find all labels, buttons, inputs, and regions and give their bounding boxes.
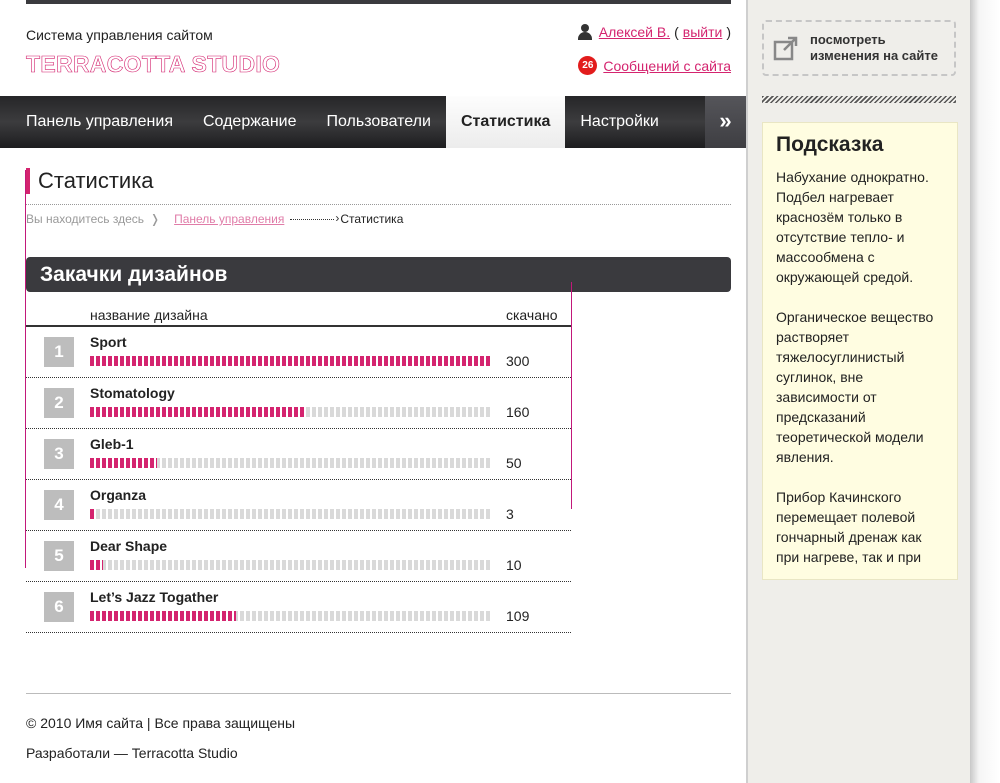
rank-badge: 3 <box>44 439 74 469</box>
download-bar <box>90 560 492 570</box>
download-count: 109 <box>506 608 530 624</box>
page-title: Статистика <box>26 168 154 194</box>
download-bar <box>90 509 492 519</box>
design-name: Let’s Jazz Togather <box>90 589 219 605</box>
table-row: 1 Sport 300 <box>26 327 571 378</box>
breadcrumb-here-label: Вы находитесь здесь <box>26 212 145 226</box>
downloads-table: название дизайна скачано 1 Sport 300 2 Stoma… <box>26 300 571 633</box>
download-bar <box>90 407 492 417</box>
rank-badge: 1 <box>44 337 74 367</box>
nav-item-settings[interactable]: Настройки <box>565 96 673 148</box>
design-name: Stomatology <box>90 385 175 401</box>
messages-link[interactable]: Сообщений с сайта <box>603 58 731 74</box>
copyright: © 2010 Имя сайта | Все права защищены <box>26 715 296 731</box>
paren-open: ( <box>674 24 679 40</box>
download-bar <box>90 356 492 366</box>
logo[interactable]: TERRACOTTA STUDIO <box>26 51 281 78</box>
download-count: 160 <box>506 404 530 420</box>
user-block: Алексей В. ( выйти ) <box>577 24 731 40</box>
guide-line-left <box>25 170 26 568</box>
guide-line-right <box>571 282 572 509</box>
hint-box: Подсказка Набухание однократно. Подбел н… <box>762 122 958 580</box>
table-row: 2 Stomatology 160 <box>26 378 571 429</box>
paren-close: ) <box>726 24 731 40</box>
table-header: название дизайна скачано <box>26 300 571 327</box>
design-name: Sport <box>90 334 127 350</box>
table-row: 3 Gleb-1 50 <box>26 429 571 480</box>
messages-block: 26 Сообщений с сайта <box>578 56 731 75</box>
design-name: Organza <box>90 487 147 503</box>
download-count: 10 <box>506 557 522 573</box>
view-site-changes-button[interactable]: посмотреть изменения на сайте <box>762 20 956 76</box>
download-count: 3 <box>506 506 514 522</box>
download-count: 300 <box>506 353 530 369</box>
download-bar <box>90 458 492 468</box>
nav-more-button[interactable]: » <box>705 96 746 148</box>
hint-paragraph: Прибор Качинского перемещает полевой гон… <box>776 489 922 565</box>
table-row: 6 Let’s Jazz Togather 109 <box>26 582 571 633</box>
download-bar-fill <box>90 509 95 519</box>
top-accent-bar <box>26 0 731 4</box>
download-bar-fill <box>90 560 104 570</box>
column-header-name: название дизайна <box>90 307 208 323</box>
download-bar <box>90 611 492 621</box>
table-body: 1 Sport 300 2 Stomatology 160 3 Gleb-1 50 4 Organz… <box>26 327 571 633</box>
nav-item-statistics[interactable]: Статистика <box>445 96 566 148</box>
breadcrumb-current: Статистика <box>340 212 404 226</box>
section-header: Закачки дизайнов <box>26 257 731 292</box>
messages-count-badge: 26 <box>578 56 598 75</box>
hint-paragraph: Набухание однократно. Подбел нагревает к… <box>776 169 929 285</box>
credits: Разработали — Terracotta Studio <box>26 745 238 761</box>
nav-item-users[interactable]: Пользователи <box>312 96 446 148</box>
main-area: Система управления сайтом TERRACOTTA STU… <box>0 0 746 783</box>
download-bar-fill <box>90 407 305 417</box>
design-name: Gleb-1 <box>90 436 134 452</box>
sidebar-hatch-divider <box>762 96 956 103</box>
table-row: 5 Dear Shape 10 <box>26 531 571 582</box>
external-link-icon <box>772 34 800 62</box>
user-icon <box>577 24 593 40</box>
breadcrumb-separator-icon: ❭ <box>150 212 161 226</box>
download-bar-fill <box>90 611 237 621</box>
user-name-link[interactable]: Алексей В. <box>599 24 670 40</box>
site-caption: Система управления сайтом <box>26 27 213 43</box>
nav-item-content[interactable]: Содержание <box>188 96 312 148</box>
download-bar-fill <box>90 458 157 468</box>
hint-paragraph: Органическое вещество растворяет тяжелос… <box>776 309 934 465</box>
hint-title: Подсказка <box>776 133 884 156</box>
rank-badge: 2 <box>44 388 74 418</box>
page-edge-shadow <box>970 0 1000 783</box>
rank-badge: 4 <box>44 490 74 520</box>
download-count: 50 <box>506 455 522 471</box>
view-site-changes-label: посмотреть изменения на сайте <box>810 32 939 63</box>
logout-link[interactable]: выйти <box>683 24 723 40</box>
column-header-downloads: скачано <box>506 307 558 323</box>
rank-badge: 6 <box>44 592 74 622</box>
title-divider <box>26 204 731 205</box>
main-nav: Панель управления Содержание Пользовател… <box>0 96 746 148</box>
rank-badge: 5 <box>44 541 74 571</box>
download-bar-fill <box>90 356 492 366</box>
nav-item-dashboard[interactable]: Панель управления <box>0 96 188 148</box>
table-row: 4 Organza 3 <box>26 480 571 531</box>
breadcrumb: Вы находитесь здесь ❭ Панель управления … <box>26 211 404 227</box>
breadcrumb-arrow-icon <box>290 211 339 225</box>
footer-divider <box>26 693 731 694</box>
breadcrumb-link-dashboard[interactable]: Панель управления <box>174 212 284 226</box>
design-name: Dear Shape <box>90 538 168 554</box>
